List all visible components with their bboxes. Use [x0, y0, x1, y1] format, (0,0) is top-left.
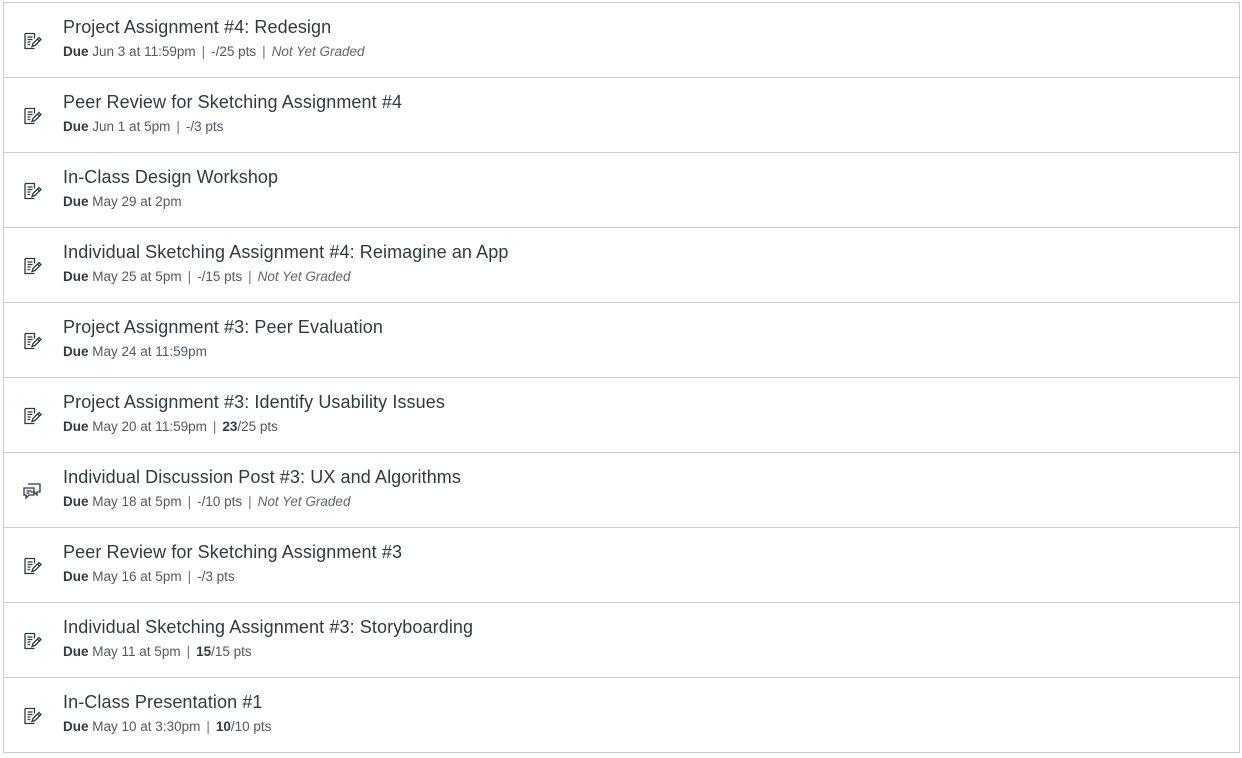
assignment-title[interactable]: Peer Review for Sketching Assignment #3 [63, 542, 402, 563]
points-possible: /25 pts [237, 419, 278, 434]
assignment-title[interactable]: In-Class Presentation #1 [63, 692, 263, 713]
due-date: May 10 at 3:30pm [92, 719, 201, 734]
assignment-row[interactable]: In-Class Presentation #1 Due May 10 at 3… [4, 678, 1239, 753]
discussion-icon [22, 481, 42, 501]
due-label: Due [63, 194, 89, 209]
assignment-icon [22, 631, 42, 651]
assignment-row[interactable]: Project Assignment #4: Redesign Due Jun … [4, 3, 1239, 78]
due-date: May 18 at 5pm [92, 494, 182, 509]
assignment-title[interactable]: Individual Discussion Post #3: UX and Al… [63, 467, 461, 488]
due-label: Due [63, 419, 89, 434]
due-date: Jun 3 at 11:59pm [92, 44, 196, 59]
assignment-meta: Due May 20 at 11:59pm | 23/25 pts [63, 419, 278, 434]
assignment-row[interactable]: Peer Review for Sketching Assignment #3 … [4, 528, 1239, 603]
grading-status: Not Yet Graded [271, 44, 365, 59]
assignment-title[interactable]: Peer Review for Sketching Assignment #4 [63, 92, 402, 113]
assignment-meta: Due Jun 3 at 11:59pm | -/25 pts | Not Yet Gr… [63, 44, 364, 59]
assignment-meta: Due May 25 at 5pm | -/15 pts | Not Yet Grade… [63, 269, 350, 284]
score: 15 [196, 644, 212, 659]
assignment-icon [22, 331, 42, 351]
due-label: Due [63, 719, 89, 734]
score: 10 [215, 719, 231, 734]
points-possible: /25 pts [215, 44, 257, 59]
grading-status: Not Yet Graded [257, 494, 351, 509]
due-date: May 20 at 11:59pm [92, 419, 207, 434]
assignment-meta: Due May 24 at 11:59pm [63, 344, 207, 359]
assignment-icon [22, 106, 42, 126]
due-label: Due [63, 494, 89, 509]
points-possible: /15 pts [201, 269, 243, 284]
due-date: May 16 at 5pm [92, 569, 182, 584]
assignment-icon [22, 256, 42, 276]
separator: | [176, 119, 180, 134]
separator: | [201, 44, 206, 59]
due-label: Due [63, 119, 89, 134]
due-date: May 11 at 5pm [92, 644, 181, 659]
points-possible: /10 pts [230, 719, 272, 734]
assignment-row[interactable]: Project Assignment #3: Peer Evaluation D… [4, 303, 1239, 378]
due-label: Due [63, 269, 89, 284]
assignment-row[interactable]: Project Assignment #3: Identify Usabilit… [4, 378, 1239, 453]
due-label: Due [63, 344, 89, 359]
separator: | [248, 494, 252, 509]
assignment-title[interactable]: Individual Sketching Assignment #3: Stor… [63, 617, 473, 638]
separator: | [187, 269, 192, 284]
assignment-list: Project Assignment #4: Redesign Due Jun … [3, 2, 1240, 753]
separator: | [212, 419, 217, 434]
assignment-icon [22, 406, 42, 426]
assignment-meta: Due Jun 1 at 5pm | -/3 pts [63, 119, 223, 134]
assignment-icon [22, 31, 42, 51]
assignment-meta: Due May 11 at 5pm | 15/15 pts [63, 644, 252, 659]
assignment-title[interactable]: In-Class Design Workshop [63, 167, 278, 188]
points-possible: /3 pts [190, 119, 224, 134]
due-label: Due [63, 644, 89, 659]
separator: | [187, 494, 192, 509]
separator: | [262, 44, 266, 59]
assignment-title[interactable]: Project Assignment #3: Peer Evaluation [63, 317, 383, 338]
assignment-title[interactable]: Project Assignment #4: Redesign [63, 17, 331, 38]
assignment-icon [22, 181, 42, 201]
separator: | [186, 644, 191, 659]
separator: | [206, 719, 210, 734]
assignment-row[interactable]: Individual Sketching Assignment #4: Reim… [4, 228, 1239, 303]
assignment-row[interactable]: In-Class Design Workshop Due May 29 at 2… [4, 153, 1239, 228]
separator: | [248, 269, 252, 284]
points-possible: /10 pts [201, 494, 243, 509]
assignment-row[interactable]: Individual Discussion Post #3: UX and Al… [4, 453, 1239, 528]
assignment-row[interactable]: Individual Sketching Assignment #3: Stor… [4, 603, 1239, 678]
grading-status: Not Yet Graded [257, 269, 351, 284]
assignment-meta: Due May 10 at 3:30pm | 10/10 pts [63, 719, 271, 734]
separator: | [187, 569, 192, 584]
score: 23 [222, 419, 238, 434]
assignment-title[interactable]: Individual Sketching Assignment #4: Reim… [63, 242, 508, 263]
due-label: Due [63, 569, 89, 584]
assignment-icon [22, 706, 42, 726]
assignment-meta: Due May 18 at 5pm | -/10 pts | Not Yet Grade… [63, 494, 350, 509]
due-date: Jun 1 at 5pm [92, 119, 171, 134]
due-date: May 24 at 11:59pm [92, 344, 207, 359]
due-date: May 25 at 5pm [92, 269, 182, 284]
points-possible: /15 pts [211, 644, 252, 659]
assignment-meta: Due May 29 at 2pm [63, 194, 182, 209]
assignment-meta: Due May 16 at 5pm | -/3 pts [63, 569, 235, 584]
assignment-title[interactable]: Project Assignment #3: Identify Usabilit… [63, 392, 445, 413]
points-possible: /3 pts [201, 569, 235, 584]
assignment-row[interactable]: Peer Review for Sketching Assignment #4 … [4, 78, 1239, 153]
due-label: Due [63, 44, 89, 59]
assignment-icon [22, 556, 42, 576]
due-date: May 29 at 2pm [92, 194, 182, 209]
